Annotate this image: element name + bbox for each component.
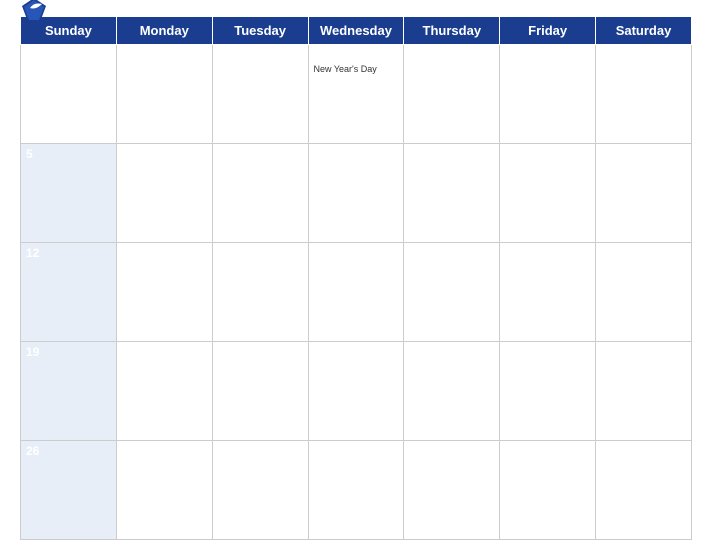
day-number: 26 xyxy=(26,444,111,458)
calendar-week-4: 26 27 28 29 30 31 xyxy=(21,441,692,540)
day-number: 17 xyxy=(505,246,590,260)
day-number: 27 xyxy=(122,444,207,458)
calendar-cell xyxy=(116,45,212,144)
weekday-header-wednesday: Wednesday xyxy=(308,17,404,45)
calendar-table: SundayMondayTuesdayWednesdayThursdayFrid… xyxy=(20,16,692,540)
day-number: 22 xyxy=(314,345,399,359)
day-number: 20 xyxy=(122,345,207,359)
calendar-cell: 23 xyxy=(404,342,500,441)
calendar-week-0: 1 New Year's Day 234 xyxy=(21,45,692,144)
calendar-cell: 13 xyxy=(116,243,212,342)
day-number: 24 xyxy=(505,345,590,359)
day-number: 4 xyxy=(601,48,686,62)
calendar-cell: 6 xyxy=(116,144,212,243)
day-number: 16 xyxy=(409,246,494,260)
day-number: 14 xyxy=(218,246,303,260)
calendar-cell: 25 xyxy=(596,342,692,441)
day-number: 13 xyxy=(122,246,207,260)
calendar-cell: 24 xyxy=(500,342,596,441)
calendar-cell: 29 xyxy=(308,441,404,540)
calendar-cell: 28 xyxy=(212,441,308,540)
day-number: 11 xyxy=(601,147,686,161)
day-number: 12 xyxy=(26,246,111,260)
day-number: 3 xyxy=(505,48,590,62)
calendar-cell: 12 xyxy=(21,243,117,342)
calendar-cell: 2 xyxy=(404,45,500,144)
calendar-cell: 27 xyxy=(116,441,212,540)
day-number: 15 xyxy=(314,246,399,260)
day-number: 31 xyxy=(505,444,590,458)
calendar-cell: 18 xyxy=(596,243,692,342)
calendar-cell: 30 xyxy=(404,441,500,540)
calendar-cell: 16 xyxy=(404,243,500,342)
calendar-cell: 3 xyxy=(500,45,596,144)
weekday-header-tuesday: Tuesday xyxy=(212,17,308,45)
calendar-week-2: 12 13 14 15 16 17 18 xyxy=(21,243,692,342)
calendar-cell: 7 xyxy=(212,144,308,243)
calendar-week-1: 56789 10 11 xyxy=(21,144,692,243)
calendar-cell: 9 xyxy=(404,144,500,243)
logo xyxy=(20,0,52,24)
calendar-cell xyxy=(596,441,692,540)
calendar-cell: 31 xyxy=(500,441,596,540)
calendar-cell: 8 xyxy=(308,144,404,243)
day-number: 2 xyxy=(409,48,494,62)
day-number: 7 xyxy=(218,147,303,161)
weekday-header-thursday: Thursday xyxy=(404,17,500,45)
day-number: 29 xyxy=(314,444,399,458)
day-number: 9 xyxy=(409,147,494,161)
day-number: 23 xyxy=(409,345,494,359)
day-number: 30 xyxy=(409,444,494,458)
calendar-header-row: SundayMondayTuesdayWednesdayThursdayFrid… xyxy=(21,17,692,45)
day-number: 1 xyxy=(314,48,399,62)
day-number: 5 xyxy=(26,147,111,161)
calendar-cell: 10 xyxy=(500,144,596,243)
calendar-cell: 19 xyxy=(21,342,117,441)
day-number: 28 xyxy=(218,444,303,458)
weekday-header-saturday: Saturday xyxy=(596,17,692,45)
event-label: New Year's Day xyxy=(314,64,399,74)
weekday-header-monday: Monday xyxy=(116,17,212,45)
day-number: 10 xyxy=(505,147,590,161)
weekday-header-friday: Friday xyxy=(500,17,596,45)
calendar-cell: 26 xyxy=(21,441,117,540)
day-number: 18 xyxy=(601,246,686,260)
calendar-cell: 1 New Year's Day xyxy=(308,45,404,144)
calendar-cell: 15 xyxy=(308,243,404,342)
day-number: 6 xyxy=(122,147,207,161)
day-number: 19 xyxy=(26,345,111,359)
calendar-cell: 22 xyxy=(308,342,404,441)
day-number: 25 xyxy=(601,345,686,359)
calendar-cell: 5 xyxy=(21,144,117,243)
calendar-cell: 20 xyxy=(116,342,212,441)
logo-icon xyxy=(20,0,48,24)
calendar-cell: 14 xyxy=(212,243,308,342)
calendar-week-3: 19 20 21 22 23 24 25 xyxy=(21,342,692,441)
calendar-cell: 21 xyxy=(212,342,308,441)
day-number: 21 xyxy=(218,345,303,359)
calendar-cell xyxy=(212,45,308,144)
calendar-cell: 17 xyxy=(500,243,596,342)
calendar-cell: 11 xyxy=(596,144,692,243)
calendar-cell xyxy=(21,45,117,144)
calendar-cell: 4 xyxy=(596,45,692,144)
day-number: 8 xyxy=(314,147,399,161)
